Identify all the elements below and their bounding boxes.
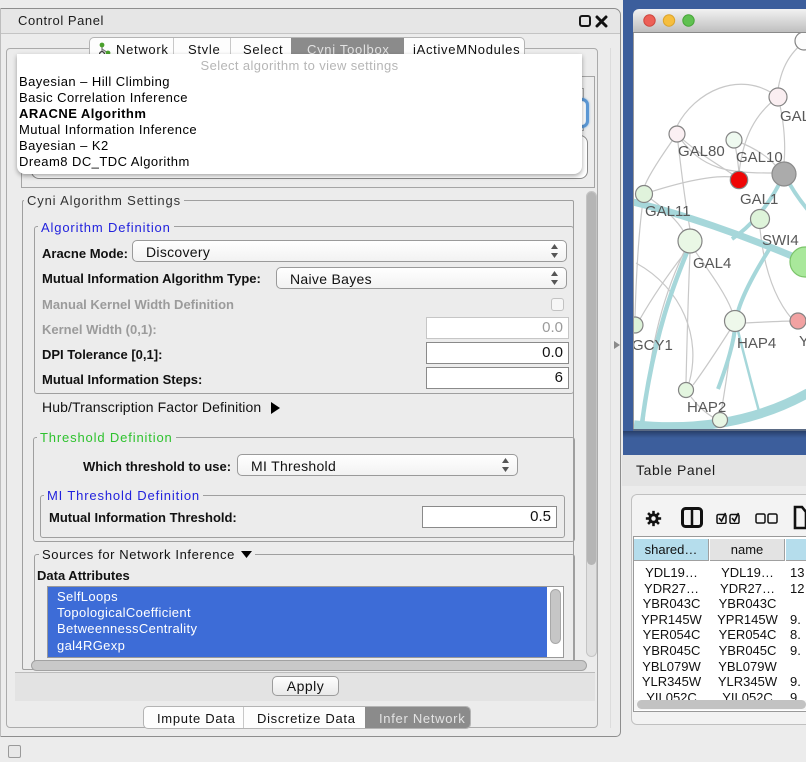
svg-text:GCY1: GCY1 [634,337,673,354]
svg-text:GAL11: GAL11 [645,203,691,220]
svg-text:HAP2: HAP2 [687,399,726,416]
svg-text:GAL4: GAL4 [693,255,731,272]
svg-text:HAP4: HAP4 [737,335,776,352]
svg-text:GAL80: GAL80 [678,143,725,160]
svg-text:GAL7: GAL7 [780,108,806,125]
svg-text:GAL1: GAL1 [740,191,778,208]
svg-text:SWI4: SWI4 [762,232,799,249]
svg-text:Y: Y [799,333,806,350]
svg-text:GAL10: GAL10 [736,149,783,166]
